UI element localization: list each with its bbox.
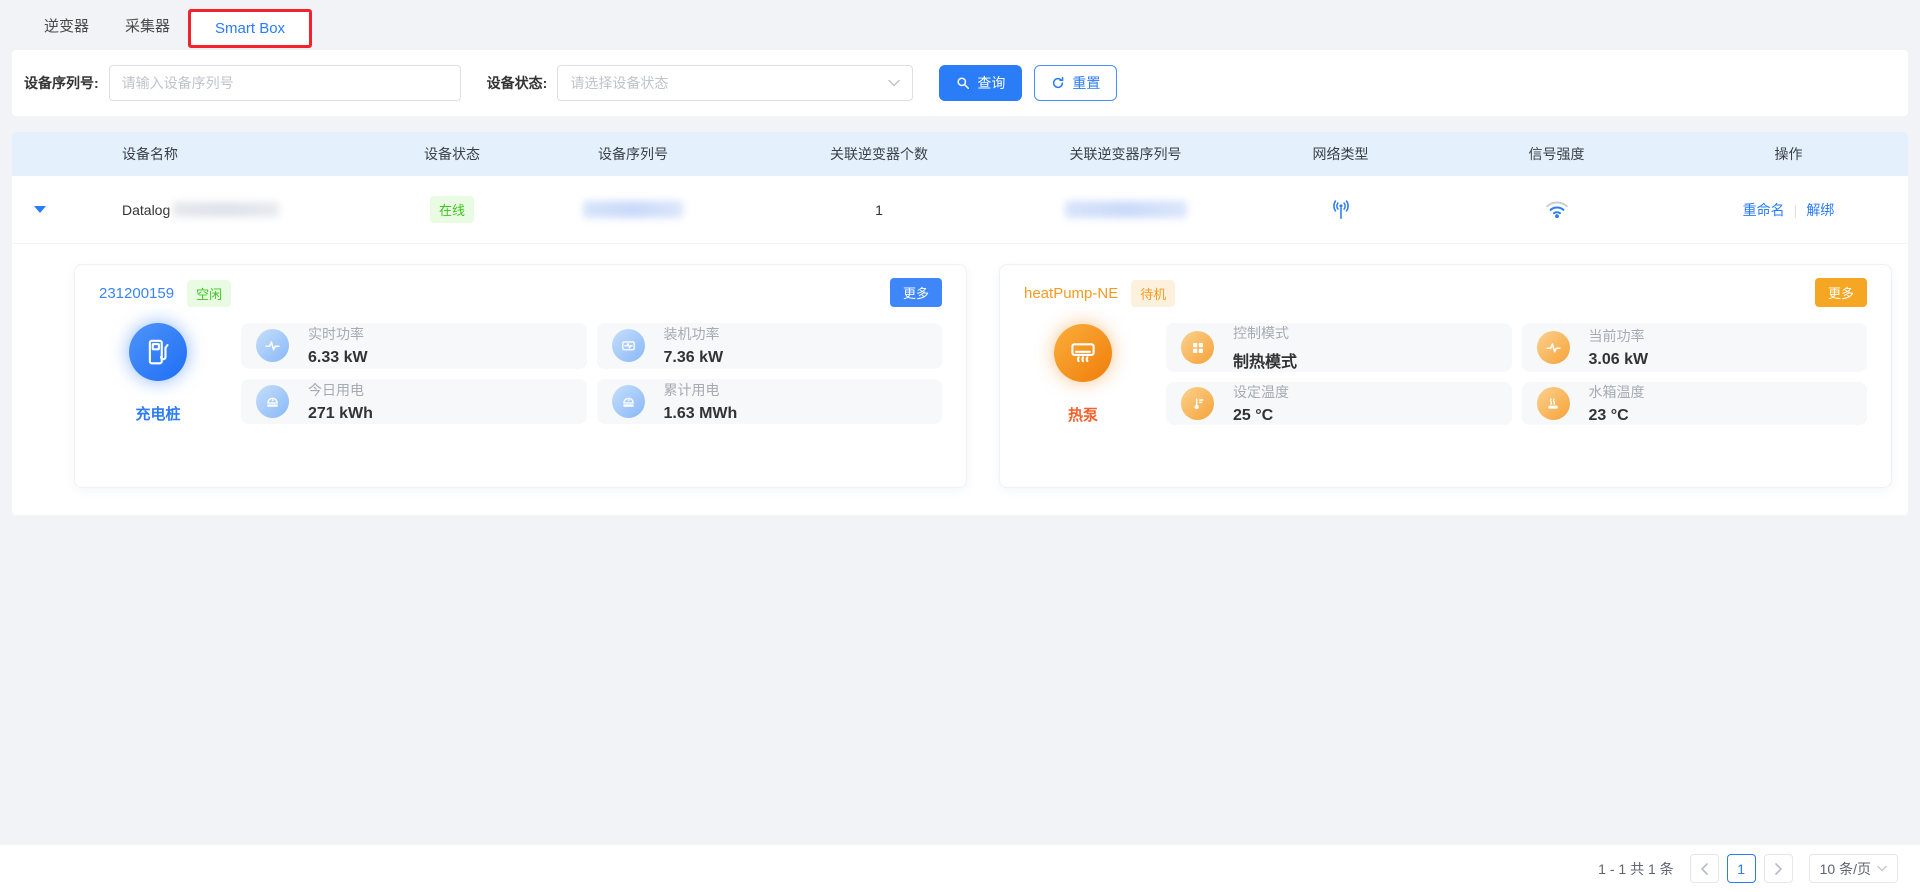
daily-energy-icon bbox=[256, 385, 289, 418]
subdevice-serial-link[interactable]: 231200159 bbox=[99, 285, 174, 302]
device-serial-redacted bbox=[583, 201, 683, 218]
device-name: Datalog bbox=[122, 202, 170, 218]
col-device-status: 设备状态 bbox=[382, 144, 522, 164]
more-button[interactable]: 更多 bbox=[890, 278, 942, 307]
next-page-button[interactable] bbox=[1764, 854, 1793, 883]
col-actions: 操作 bbox=[1669, 144, 1908, 164]
ev-charger-icon bbox=[129, 323, 187, 381]
chevron-down-icon bbox=[1877, 865, 1887, 872]
tank-temperature-icon bbox=[1537, 387, 1570, 420]
tab-smart-box[interactable]: Smart Box bbox=[188, 9, 312, 48]
tab-collector[interactable]: 采集器 bbox=[107, 5, 188, 46]
reset-button[interactable]: 重置 bbox=[1034, 65, 1117, 101]
filter-panel: 设备序列号: 设备状态: 请选择设备状态 查询 重置 bbox=[12, 50, 1908, 116]
stat-tile: 设定温度 25 °C bbox=[1166, 382, 1512, 425]
pagination-bar: 1 - 1 共 1 条 1 10 条/页 bbox=[0, 845, 1920, 892]
device-type-tabbar: 逆变器 采集器 Smart Box bbox=[0, 0, 1920, 50]
col-inverter-count: 关联逆变器个数 bbox=[744, 144, 1014, 164]
subdevice-type-label: 充电桩 bbox=[135, 403, 180, 424]
col-signal-strength: 信号强度 bbox=[1444, 144, 1669, 164]
rename-link[interactable]: 重命名 bbox=[1743, 200, 1785, 220]
current-power-icon bbox=[1537, 331, 1570, 364]
unbind-link[interactable]: 解绑 bbox=[1806, 200, 1834, 220]
table-header-row: 设备名称 设备状态 设备序列号 关联逆变器个数 关联逆变器序列号 网络类型 信号… bbox=[12, 132, 1908, 176]
inverter-serial-redacted bbox=[1065, 201, 1187, 218]
wifi-icon bbox=[1545, 200, 1569, 219]
stat-tile: 控制模式 制热模式 bbox=[1166, 323, 1512, 372]
col-device-serial: 设备序列号 bbox=[522, 144, 744, 164]
tab-inverter[interactable]: 逆变器 bbox=[26, 5, 107, 46]
col-network-type: 网络类型 bbox=[1237, 144, 1444, 164]
stat-tile: 累计用电 1.63 MWh bbox=[597, 379, 943, 425]
subdevice-card-ev-charger: 231200159 空闲 更多 充电桩 bbox=[74, 264, 967, 488]
status-select-placeholder: 请选择设备状态 bbox=[570, 73, 668, 93]
inverter-count: 1 bbox=[744, 202, 1014, 218]
serial-input[interactable] bbox=[109, 65, 461, 101]
pagination-total: 1 - 1 共 1 条 bbox=[1598, 859, 1673, 879]
col-inverter-serial: 关联逆变器序列号 bbox=[1014, 144, 1237, 164]
antenna-icon bbox=[1330, 199, 1352, 221]
status-filter-label: 设备状态: bbox=[487, 73, 548, 93]
subdevice-card-heat-pump: heatPump-NE 待机 更多 热泵 bbox=[999, 264, 1892, 488]
subdevice-type-label: 热泵 bbox=[1068, 404, 1098, 425]
col-device-name: 设备名称 bbox=[68, 144, 382, 164]
subdevice-status-badge: 待机 bbox=[1131, 280, 1175, 307]
search-button[interactable]: 查询 bbox=[939, 65, 1022, 101]
row-expand-caret-icon[interactable] bbox=[34, 206, 46, 213]
more-button[interactable]: 更多 bbox=[1815, 278, 1867, 307]
page-number-button[interactable]: 1 bbox=[1727, 854, 1756, 883]
stat-tile: 当前功率 3.06 kW bbox=[1522, 323, 1868, 372]
realtime-power-icon bbox=[256, 329, 289, 362]
stat-tile: 装机功率 7.36 kW bbox=[597, 323, 943, 369]
subdevice-name[interactable]: heatPump-NE bbox=[1024, 285, 1118, 302]
status-badge: 在线 bbox=[430, 196, 474, 223]
action-divider: | bbox=[1794, 202, 1798, 218]
device-table: 设备名称 设备状态 设备序列号 关联逆变器个数 关联逆变器序列号 网络类型 信号… bbox=[12, 132, 1908, 515]
control-mode-icon bbox=[1181, 331, 1214, 364]
search-icon bbox=[956, 76, 970, 90]
page-size-select[interactable]: 10 条/页 bbox=[1809, 854, 1898, 883]
installed-power-icon bbox=[612, 329, 645, 362]
chevron-down-icon bbox=[888, 79, 900, 87]
refresh-icon bbox=[1051, 76, 1065, 90]
total-energy-icon bbox=[612, 385, 645, 418]
prev-page-button[interactable] bbox=[1690, 854, 1719, 883]
stat-tile: 今日用电 271 kWh bbox=[241, 379, 587, 425]
status-select[interactable]: 请选择设备状态 bbox=[557, 65, 913, 101]
set-temperature-icon bbox=[1181, 387, 1214, 420]
device-name-redacted bbox=[173, 202, 279, 217]
table-row: Datalog 在线 1 bbox=[12, 176, 1908, 244]
expanded-subdevices: 231200159 空闲 更多 充电桩 bbox=[12, 244, 1908, 515]
subdevice-status-badge: 空闲 bbox=[187, 280, 231, 307]
serial-filter-label: 设备序列号: bbox=[24, 73, 99, 93]
heat-pump-icon bbox=[1054, 324, 1112, 382]
stat-tile: 水箱温度 23 °C bbox=[1522, 382, 1868, 425]
stat-tile: 实时功率 6.33 kW bbox=[241, 323, 587, 369]
